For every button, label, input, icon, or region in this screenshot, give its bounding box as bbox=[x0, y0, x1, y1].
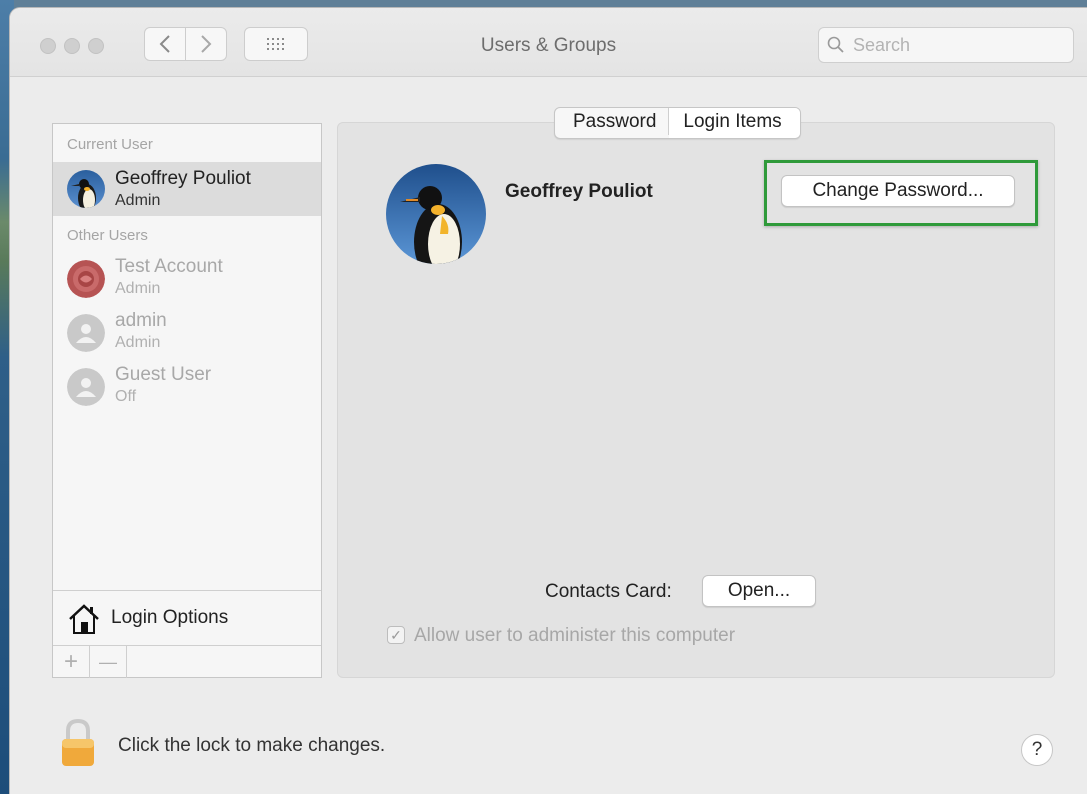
login-options-item[interactable]: Login Options bbox=[53, 590, 321, 646]
open-contacts-button[interactable]: Open... bbox=[702, 575, 816, 607]
add-user-button[interactable]: + bbox=[53, 646, 90, 678]
search-icon bbox=[827, 36, 844, 53]
user-role: Admin bbox=[115, 192, 161, 209]
users-groups-window: Users & Groups Current User Geoffrey Pou bbox=[10, 8, 1087, 794]
user-row-geoffrey[interactable]: Geoffrey Pouliot Admin bbox=[53, 162, 321, 216]
penguin-avatar-icon bbox=[67, 170, 105, 208]
chevron-right-icon bbox=[201, 35, 212, 53]
minimize-window-button[interactable] bbox=[64, 38, 80, 54]
forward-button[interactable] bbox=[185, 27, 227, 61]
add-remove-bar: + — bbox=[53, 645, 321, 678]
detail-user-name: Geoffrey Pouliot bbox=[505, 181, 653, 202]
house-icon bbox=[69, 604, 99, 634]
back-button[interactable] bbox=[144, 27, 186, 61]
other-users-label: Other Users bbox=[67, 227, 148, 244]
tab-login-items[interactable]: Login Items bbox=[669, 108, 800, 138]
tab-bar: Password Login Items bbox=[554, 107, 801, 139]
close-window-button[interactable] bbox=[40, 38, 56, 54]
lock-message: Click the lock to make changes. bbox=[118, 735, 386, 756]
help-button[interactable]: ? bbox=[1021, 734, 1053, 766]
search-input[interactable] bbox=[851, 33, 1065, 57]
generic-user-icon bbox=[67, 314, 105, 352]
contacts-card-label: Contacts Card: bbox=[545, 581, 672, 602]
current-user-label: Current User bbox=[67, 136, 153, 153]
change-password-button[interactable]: Change Password... bbox=[781, 175, 1015, 207]
allow-admin-label: Allow user to administer this computer bbox=[414, 625, 736, 646]
allow-admin-checkbox[interactable]: ✓ bbox=[387, 626, 405, 644]
user-row-admin[interactable]: admin Admin bbox=[53, 306, 321, 360]
zoom-window-button[interactable] bbox=[88, 38, 104, 54]
user-name: Guest User bbox=[115, 364, 212, 385]
users-sidebar: Current User Geoffrey Pouliot Admin Othe… bbox=[52, 123, 322, 678]
generic-user-icon bbox=[67, 368, 105, 406]
user-role: Admin bbox=[115, 334, 161, 351]
user-row-test-account[interactable]: Test Account Admin bbox=[53, 252, 321, 306]
tab-password[interactable]: Password bbox=[555, 108, 668, 138]
user-name: admin bbox=[115, 310, 167, 331]
remove-user-button[interactable]: — bbox=[90, 646, 127, 678]
rose-avatar-icon bbox=[67, 260, 105, 298]
lock-icon[interactable] bbox=[60, 718, 96, 768]
chevron-left-icon bbox=[159, 35, 170, 53]
grid-icon bbox=[267, 38, 284, 50]
user-row-guest[interactable]: Guest User Off bbox=[53, 360, 321, 414]
login-options-label: Login Options bbox=[111, 607, 229, 628]
show-all-button[interactable] bbox=[244, 27, 308, 61]
user-picture-penguin-icon[interactable] bbox=[386, 164, 486, 264]
user-role: Off bbox=[115, 388, 137, 405]
user-name: Geoffrey Pouliot bbox=[115, 168, 251, 189]
user-role: Admin bbox=[115, 280, 161, 297]
titlebar: Users & Groups bbox=[10, 8, 1087, 77]
search-field[interactable] bbox=[818, 27, 1074, 63]
user-name: Test Account bbox=[115, 256, 223, 277]
